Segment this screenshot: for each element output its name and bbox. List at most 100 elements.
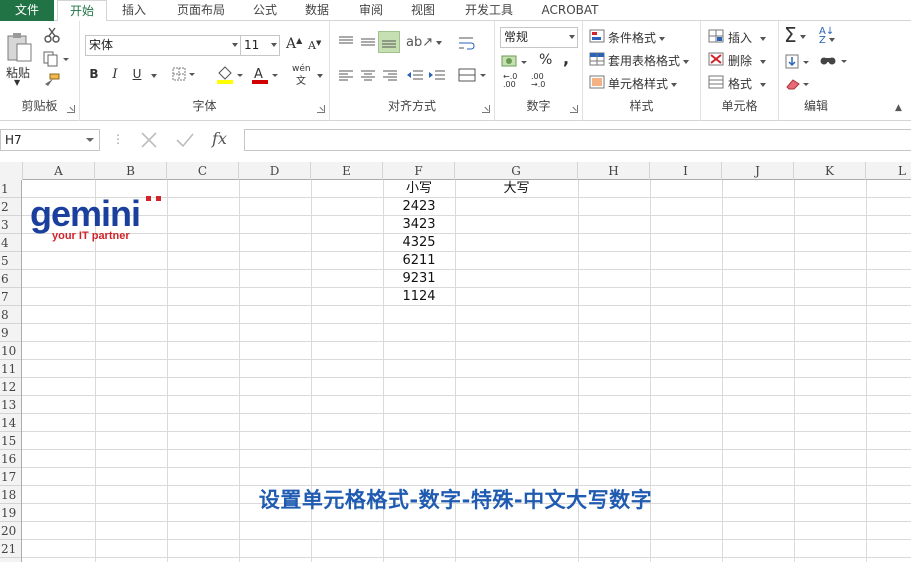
cancel-entry-icon[interactable]: [138, 131, 160, 149]
cell-f5[interactable]: 6211: [383, 252, 455, 270]
find-select-icon[interactable]: [819, 53, 849, 69]
row-header-12[interactable]: 12: [0, 378, 21, 396]
confirm-entry-icon[interactable]: [174, 131, 196, 149]
collapse-ribbon-icon[interactable]: ▲: [895, 103, 902, 113]
insert-function-button[interactable]: fx: [212, 129, 227, 148]
comma-button[interactable]: ,: [563, 49, 569, 68]
paste-dropdown[interactable]: ▼: [14, 78, 20, 87]
align-top-icon[interactable]: [338, 35, 354, 49]
phonetic-dropdown[interactable]: [317, 74, 323, 78]
format-painter-icon[interactable]: [43, 73, 61, 89]
number-format-select[interactable]: 常规: [500, 27, 578, 48]
tab-review[interactable]: 审阅: [350, 0, 392, 21]
row-header-9[interactable]: 9: [0, 324, 21, 342]
column-header-g[interactable]: G: [455, 162, 578, 180]
align-left-icon[interactable]: [338, 69, 354, 83]
font-name-select[interactable]: 宋体: [85, 35, 241, 56]
insert-cells-icon[interactable]: [708, 29, 724, 43]
copy-icon[interactable]: [43, 51, 71, 67]
row-header-1[interactable]: 1: [0, 180, 21, 198]
cell-f1[interactable]: 小写: [383, 180, 455, 198]
row-header-13[interactable]: 13: [0, 396, 21, 414]
select-all-corner[interactable]: [0, 162, 23, 180]
accounting-format-icon[interactable]: [501, 53, 529, 71]
align-bottom-button[interactable]: [378, 31, 400, 53]
cell-styles-button[interactable]: 单元格样式: [608, 75, 678, 92]
conditional-formatting-button[interactable]: 条件格式: [608, 29, 666, 46]
row-header-21[interactable]: 21: [0, 540, 21, 558]
clipboard-launcher-icon[interactable]: [67, 105, 75, 113]
column-header-c[interactable]: C: [167, 162, 239, 180]
align-right-icon[interactable]: [382, 69, 398, 83]
merge-center-icon[interactable]: [458, 67, 488, 83]
cut-icon[interactable]: [44, 27, 60, 43]
row-header-5[interactable]: 5: [0, 252, 21, 270]
row-header-11[interactable]: 11: [0, 360, 21, 378]
tab-insert[interactable]: 插入: [110, 0, 158, 21]
align-middle-icon[interactable]: [360, 35, 376, 49]
column-header-l[interactable]: L: [866, 162, 911, 180]
row-header-10[interactable]: 10: [0, 342, 21, 360]
formula-input[interactable]: [244, 129, 911, 151]
column-header-h[interactable]: H: [578, 162, 650, 180]
row-header-6[interactable]: 6: [0, 270, 21, 288]
conditional-formatting-icon[interactable]: [589, 29, 605, 43]
wrap-text-icon[interactable]: [458, 35, 476, 51]
percent-button[interactable]: %: [539, 52, 552, 68]
row-header-2[interactable]: 2: [0, 198, 21, 216]
sort-filter-icon[interactable]: A↓ Z: [819, 27, 835, 46]
italic-button[interactable]: I: [107, 67, 123, 82]
column-header-e[interactable]: E: [311, 162, 383, 180]
shrink-font-icon[interactable]: A▼: [308, 39, 321, 52]
cell-styles-icon[interactable]: [589, 75, 605, 89]
tab-acrobat[interactable]: ACROBAT: [532, 0, 608, 21]
alignment-launcher-icon[interactable]: [482, 105, 490, 113]
clear-icon[interactable]: [785, 77, 813, 91]
font-launcher-icon[interactable]: [317, 105, 325, 113]
cell-f4[interactable]: 4325: [383, 234, 455, 252]
format-cells-icon[interactable]: [708, 75, 724, 89]
name-box[interactable]: H7: [0, 129, 100, 151]
row-header-7[interactable]: 7: [0, 288, 21, 306]
tab-formulas[interactable]: 公式: [244, 0, 286, 21]
cell-g1[interactable]: 大写: [455, 180, 578, 198]
insert-cells-button[interactable]: 插入: [728, 29, 767, 46]
format-cells-button[interactable]: 格式: [728, 75, 767, 92]
tab-file[interactable]: 文件: [0, 0, 54, 21]
tab-view[interactable]: 视图: [402, 0, 444, 21]
number-launcher-icon[interactable]: [570, 105, 578, 113]
column-header-a[interactable]: A: [23, 162, 95, 180]
row-header-15[interactable]: 15: [0, 432, 21, 450]
column-header-k[interactable]: K: [794, 162, 866, 180]
bold-button[interactable]: B: [86, 67, 102, 81]
format-as-table-button[interactable]: 套用表格格式: [608, 52, 690, 69]
increase-indent-icon[interactable]: [428, 69, 446, 83]
tab-developer[interactable]: 开发工具: [456, 0, 522, 21]
row-header-4[interactable]: 4: [0, 234, 21, 252]
tab-page-layout[interactable]: 页面布局: [168, 0, 234, 21]
cell-f6[interactable]: 9231: [383, 270, 455, 288]
row-header-8[interactable]: 8: [0, 306, 21, 324]
tab-data[interactable]: 数据: [296, 0, 338, 21]
format-as-table-icon[interactable]: [589, 52, 605, 66]
grow-font-icon[interactable]: A▲: [286, 36, 302, 52]
autosum-icon[interactable]: Σ: [784, 23, 806, 47]
underline-dropdown[interactable]: [151, 74, 157, 78]
align-center-icon[interactable]: [360, 69, 376, 83]
font-color-icon[interactable]: A: [251, 65, 279, 85]
borders-icon[interactable]: [172, 67, 196, 83]
delete-cells-button[interactable]: 删除: [728, 52, 767, 69]
tab-home[interactable]: 开始: [57, 0, 107, 22]
fill-color-icon[interactable]: [216, 65, 244, 85]
row-header-14[interactable]: 14: [0, 414, 21, 432]
cell-f2[interactable]: 2423: [383, 198, 455, 216]
underline-button[interactable]: U: [129, 67, 145, 81]
decrease-decimal-icon[interactable]: .00 →.0: [531, 73, 545, 89]
column-header-f[interactable]: F: [383, 162, 455, 180]
column-header-b[interactable]: B: [95, 162, 167, 180]
delete-cells-icon[interactable]: [708, 52, 724, 66]
column-header-i[interactable]: I: [650, 162, 722, 180]
row-header-16[interactable]: 16: [0, 450, 21, 468]
column-header-j[interactable]: J: [722, 162, 794, 180]
phonetic-icon[interactable]: wén 文: [292, 64, 311, 89]
